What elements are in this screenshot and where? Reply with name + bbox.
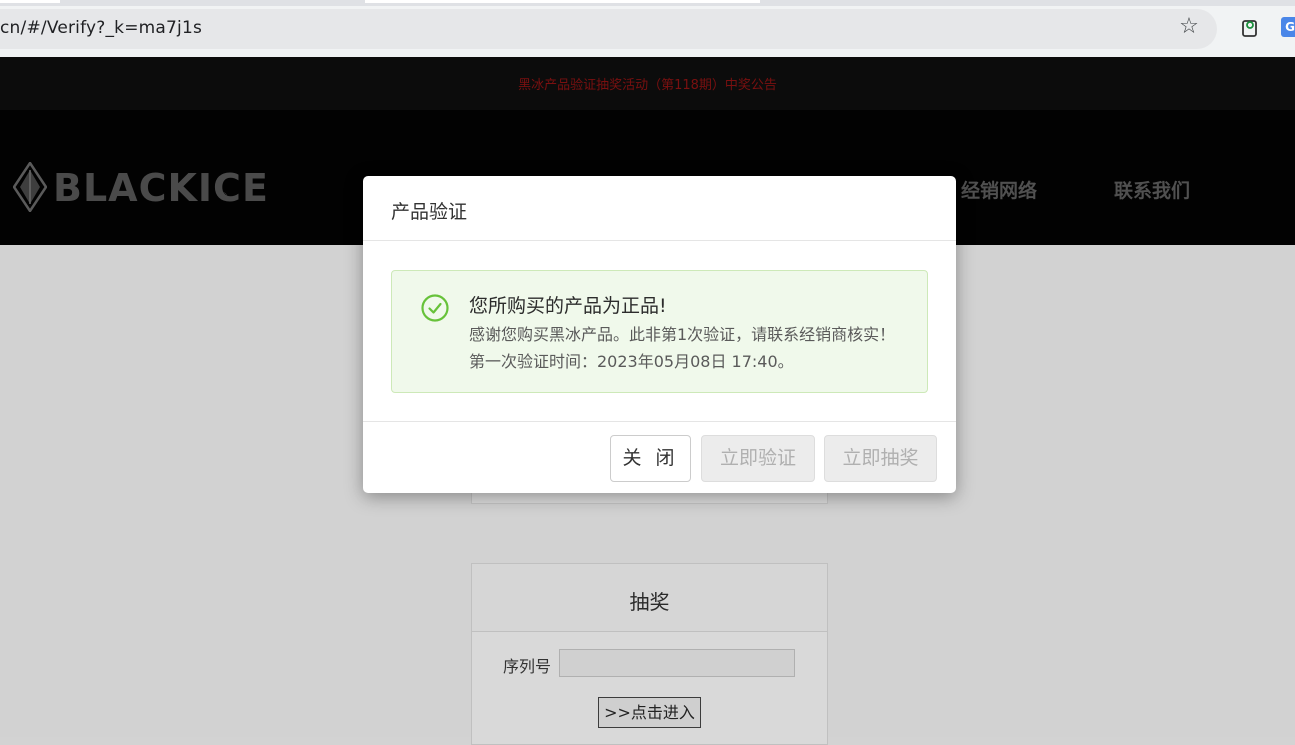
alert-title: 您所购买的产品为正品! bbox=[469, 295, 667, 317]
url-text[interactable]: cn/#/Verify?_k=ma7j1s bbox=[0, 18, 202, 38]
verify-dialog: 产品验证 您所购买的产品为正品! 感谢您购买黑冰产品。此非第1次验证，请联系经销… bbox=[363, 176, 956, 493]
close-button[interactable]: 关 闭 bbox=[610, 435, 691, 482]
dialog-header: 产品验证 bbox=[363, 176, 956, 241]
tab-edge bbox=[365, 0, 760, 3]
dialog-title: 产品验证 bbox=[391, 201, 468, 223]
dialog-footer: 关 闭 立即验证 立即抽奖 bbox=[363, 421, 956, 494]
draw-now-button[interactable]: 立即抽奖 bbox=[824, 435, 937, 482]
success-alert: 您所购买的产品为正品! 感谢您购买黑冰产品。此非第1次验证，请联系经销商核实！第… bbox=[391, 270, 928, 393]
extension-icon[interactable] bbox=[1239, 17, 1261, 39]
verify-now-button[interactable]: 立即验证 bbox=[701, 435, 815, 482]
check-circle-icon bbox=[421, 294, 449, 322]
google-translate-icon[interactable]: G bbox=[1281, 17, 1295, 37]
alert-message: 感谢您购买黑冰产品。此非第1次验证，请联系经销商核实！第一次验证时间：2023年… bbox=[469, 325, 896, 371]
tab-strip bbox=[0, 0, 1295, 6]
star-icon[interactable]: ☆ bbox=[1177, 15, 1201, 39]
tab-edge bbox=[0, 0, 60, 3]
browser-toolbar: cn/#/Verify?_k=ma7j1s ☆ G bbox=[0, 0, 1295, 57]
